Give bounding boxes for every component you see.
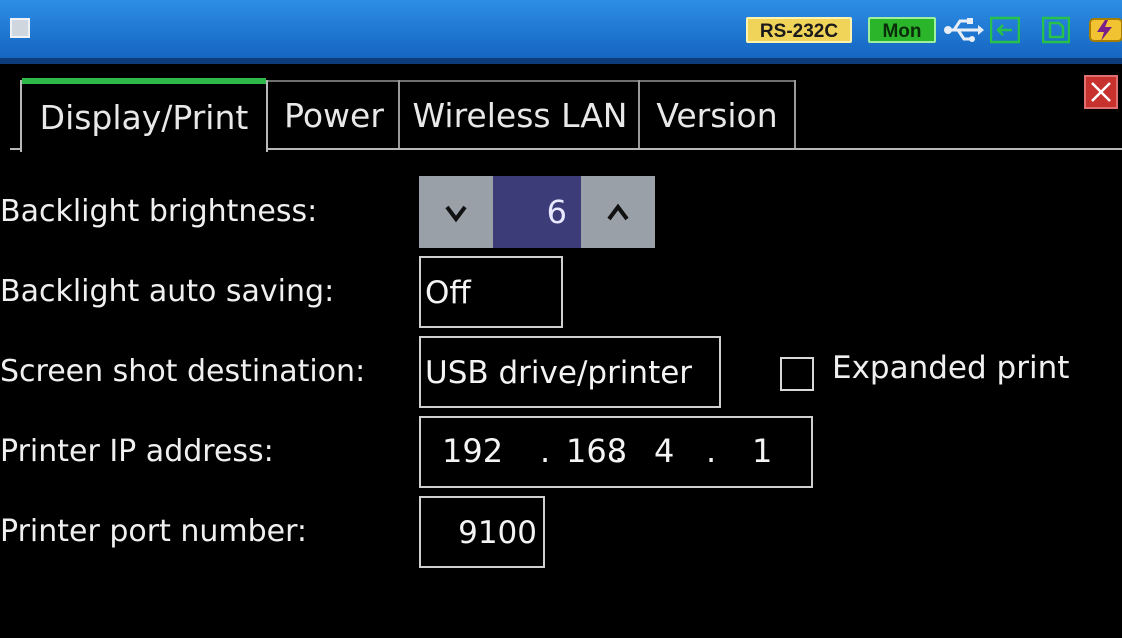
- printer-port-label: Printer port number:: [0, 514, 308, 549]
- device-screen: RS-232C Mon Display/Print Power Wireless…: [0, 0, 1122, 638]
- ip-octet-3: 4: [654, 432, 675, 470]
- rs232c-badge: RS-232C: [746, 17, 852, 43]
- power-icon: [1089, 18, 1122, 42]
- backlight-brightness-label: Backlight brightness:: [0, 194, 318, 229]
- ip-octet-4: 1: [752, 432, 773, 470]
- usb-icon: [944, 18, 984, 42]
- lan-connection-icon: [990, 16, 1020, 44]
- printer-port-field[interactable]: 9100: [419, 496, 545, 568]
- status-bar-separator: [0, 58, 1122, 64]
- ip-octet-1: 192: [442, 432, 504, 470]
- brightness-decrease-button[interactable]: [419, 176, 493, 248]
- ip-dot-1: .: [540, 432, 551, 470]
- ip-dot-3: .: [706, 432, 717, 470]
- chevron-up-icon: [607, 203, 629, 221]
- menu-square-icon[interactable]: [10, 18, 30, 38]
- mon-badge: Mon: [868, 17, 936, 43]
- tab-display-print[interactable]: Display/Print: [20, 80, 268, 152]
- ip-dot-2: .: [614, 432, 625, 470]
- backlight-auto-saving-field[interactable]: Off: [419, 256, 563, 328]
- chevron-down-icon: [445, 205, 467, 223]
- backlight-brightness-stepper[interactable]: 6: [419, 176, 655, 248]
- brightness-increase-button[interactable]: [581, 176, 655, 248]
- screenshot-destination-label: Screen shot destination:: [0, 354, 366, 389]
- screenshot-destination-field[interactable]: USB drive/printer: [419, 336, 721, 408]
- close-button[interactable]: [1084, 75, 1118, 109]
- tab-power[interactable]: Power: [266, 80, 400, 150]
- backlight-auto-saving-label: Backlight auto saving:: [0, 274, 335, 309]
- sd-card-icon: [1042, 16, 1070, 44]
- tab-wireless-lan[interactable]: Wireless LAN: [398, 80, 640, 150]
- close-icon: [1091, 82, 1111, 102]
- brightness-value: 6: [493, 176, 581, 248]
- printer-ip-label: Printer IP address:: [0, 434, 274, 469]
- expanded-print-label: Expanded print: [832, 350, 1070, 386]
- tab-version[interactable]: Version: [638, 80, 796, 150]
- status-bar: RS-232C Mon: [0, 0, 1122, 58]
- expanded-print-checkbox[interactable]: [780, 357, 814, 391]
- active-tab-indicator: [22, 78, 266, 84]
